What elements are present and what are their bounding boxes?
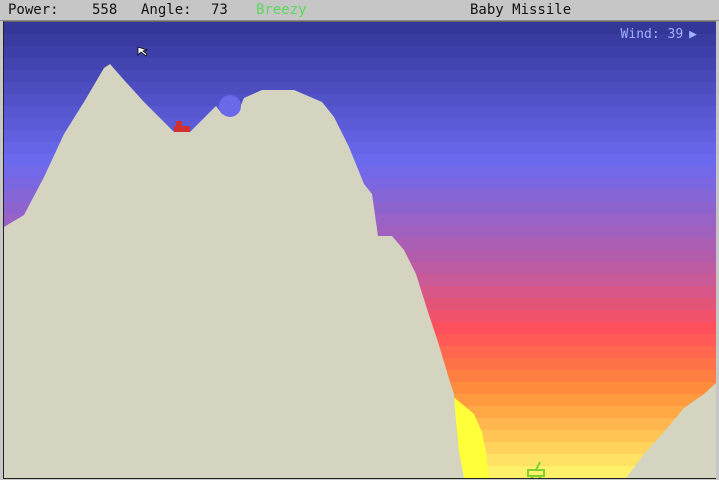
wind-indicator: Wind: 39 ▶ [621,27,697,42]
crater [219,95,241,117]
battlefield-scene[interactable] [4,22,717,478]
power-label: Power: [8,2,59,18]
angle-value: 73 [211,2,228,18]
sky-band [4,34,717,47]
status-bar: Power: 558 Angle: 73 Breezy Baby Missile [0,0,719,34]
wind-label: Wind: [620,27,660,42]
current-player-name: Breezy [256,2,307,18]
battlefield[interactable]: Wind: 39 ▶ [3,21,718,479]
sky-band [4,22,717,35]
wind-value: 39 [667,27,684,42]
wind-arrow-icon: ▶ [689,27,697,42]
weapon-name[interactable]: Baby Missile [470,0,571,20]
sky-band [4,46,717,59]
power-value: 558 [92,2,118,18]
angle-label: Angle: [141,2,192,18]
